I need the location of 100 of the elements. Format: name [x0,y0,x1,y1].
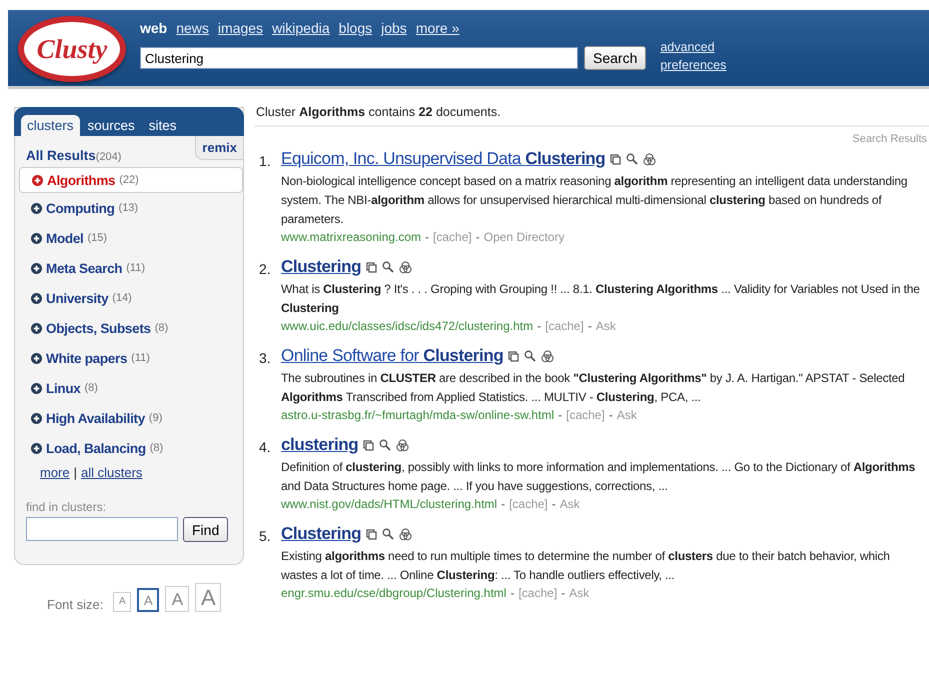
cluster-link[interactable]: Computing [46,200,115,216]
find-field[interactable] [26,517,178,541]
preview-icon[interactable] [508,350,520,362]
result-title-link[interactable]: Equicom, Inc. Unsupervised Data Clustering [281,149,606,169]
cluster-count: (9) [148,412,162,424]
result-number: 4. [259,438,272,457]
more-link[interactable]: more [40,465,70,480]
cluster-count: (14) [112,292,132,304]
separator: - [501,496,506,512]
separator: - [608,407,613,423]
plus-icon [31,292,42,304]
cluster-icon[interactable] [541,350,554,362]
summary-text: Cluster Algorithms contains 22 documents. [254,105,929,127]
nav-tab[interactable]: news [176,20,209,36]
font-size-option[interactable]: A [165,586,190,612]
cluster-link[interactable]: Load, Balancing [46,440,146,456]
cluster-count: (8) [154,322,168,334]
nav-tab[interactable]: jobs [381,20,407,36]
panel-tab[interactable]: clusters [21,115,80,136]
cluster-link[interactable]: University [46,290,108,306]
result-number: 5. [259,527,272,546]
cluster-count: (11) [131,352,150,364]
result-url-link[interactable]: www.uic.edu/classes/idsc/ids472/clustering.htm [281,318,534,334]
logo[interactable]: Clusty [18,16,126,82]
cluster-link[interactable]: Algorithms [47,172,116,188]
cluster-link[interactable]: Model [46,230,84,246]
font-size-option[interactable]: A [113,592,132,612]
all-clusters-link[interactable]: all clusters [81,465,142,480]
separator: - [588,318,592,334]
result-title-link[interactable]: Online Software for Clustering [281,346,504,366]
preferences-link[interactable]: advanced [660,38,726,56]
result-number: 3. [259,349,272,368]
cluster-icon[interactable] [396,438,410,452]
magnifier-icon[interactable] [379,439,392,451]
result-url-link[interactable]: www.nist.gov/dads/HTML/clustering.html [281,496,498,512]
result-number: 1. [259,152,272,171]
magnifier-icon[interactable] [524,350,536,362]
result-title-link[interactable]: clustering [281,435,358,455]
plus-icon [31,202,42,214]
magnifier-icon[interactable] [382,528,394,540]
plus-icon [31,352,42,364]
results-label: Search Results [851,133,927,145]
separator: - [552,496,556,512]
cluster-link[interactable]: Objects, Subsets [46,320,151,336]
result-url-link[interactable]: www.matrixreasoning.com [281,229,422,245]
magnifier-icon[interactable] [382,261,394,273]
separator: - [425,229,430,245]
find-label: find in clusters: [26,500,108,514]
result-url-link[interactable]: astro.u-strasbg.fr/~fmurtagh/mda-sw/online-sw.html [281,407,554,423]
cluster-link[interactable]: Linux [46,380,80,396]
cluster-link[interactable]: High Availability [46,410,145,426]
result-snippet: Existing algorithms need to run multiple times to determine the number of clusters due to their batch behavior, which wastes a lot of time. ... Online Clustering: ... To handle outliers effectively, ... [281,548,891,584]
cluster-icon[interactable] [399,528,412,540]
font-size-option[interactable]: A [195,583,222,612]
cluster-link[interactable]: White papers [46,350,128,366]
preview-icon[interactable] [610,154,622,164]
panel-tab[interactable]: sources [82,115,141,136]
nav-tab[interactable]: blogs [338,20,372,36]
preview-icon[interactable] [363,440,374,450]
separator: - [561,585,566,601]
result-source: Open Directory [484,229,564,245]
link-separator: | [74,465,78,480]
nav-tab[interactable]: more » [416,20,460,36]
panel-tab[interactable]: sites [142,115,183,136]
result-snippet: Definition of clustering, possibly with links to more information and implementations. ... Go to the Dictionary of Algorithms and Data Structures home page. ... If you have suggestions, corrections, ... [281,459,916,495]
result-source: Ask [560,496,580,512]
nav-tab[interactable]: web [140,20,168,36]
result-title-link[interactable]: Clustering [281,257,362,277]
preferences-link[interactable]: preferences [660,56,726,74]
plus-icon [31,262,42,274]
cluster-icon[interactable] [643,152,656,166]
magnifier-icon[interactable] [626,153,638,165]
cluster-count: (11) [126,262,145,274]
plus-icon [31,442,42,454]
all-results-link[interactable]: All Results [26,148,96,163]
nav-tab[interactable]: wikipedia [272,20,330,36]
separator: - [510,585,514,601]
nav-tab[interactable]: images [218,20,264,36]
result-title-link[interactable]: Clustering [281,524,362,544]
result-number: 2. [259,260,272,279]
plus-icon [31,232,42,244]
find-button[interactable]: Find [183,517,228,542]
font-size-option[interactable]: A [137,588,160,612]
search-field[interactable]: Clustering [140,47,578,69]
result-count: (204) [96,151,122,163]
cluster-link[interactable]: Meta Search [46,260,122,276]
selected-cluster-row[interactable]: Algorithms (22) [19,167,243,193]
cluster-count: (8) [150,442,164,454]
plus-icon [31,322,42,334]
result-source: Ask [616,407,637,423]
preview-icon[interactable] [366,262,378,272]
cluster-count: (13) [118,202,138,214]
cluster-icon[interactable] [399,260,412,274]
font-size-label: Font size: [47,597,104,612]
remix-tab[interactable]: remix [195,136,243,160]
plus-icon [31,412,42,424]
search-button[interactable]: Search [584,46,646,70]
result-url-link[interactable]: engr.smu.edu/cse/dbgroup/Clustering.html [281,585,506,601]
preview-icon[interactable] [366,528,378,540]
plus-icon [32,174,43,186]
